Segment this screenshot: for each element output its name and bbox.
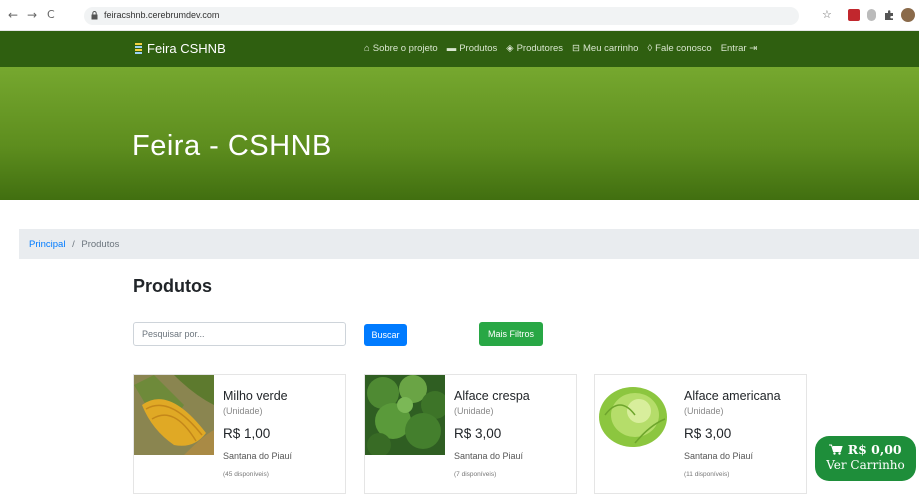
- lock-icon: [91, 11, 98, 20]
- product-card-alface-crespa[interactable]: Alface crespa (Unidade) R$ 3,00 Santana …: [364, 374, 577, 494]
- url-text: feiracshnb.cerebrumdev.com: [104, 10, 220, 20]
- search-input[interactable]: [133, 322, 346, 346]
- star-icon[interactable]: ☆: [822, 8, 832, 22]
- product-availability: (45 disponíveis): [223, 471, 269, 478]
- product-name[interactable]: Alface americana: [684, 389, 781, 403]
- product-image-lettuce: [365, 375, 445, 455]
- logo-icon: [134, 42, 143, 55]
- product-availability: (11 disponíveis): [684, 471, 730, 478]
- product-name[interactable]: Alface crespa: [454, 389, 530, 403]
- nav-item-entrar[interactable]: Entrar ⇥: [721, 43, 757, 54]
- search-button[interactable]: Buscar: [364, 324, 407, 346]
- breadcrumb-home-link[interactable]: Principal: [29, 239, 65, 250]
- product-city: Santana do Piauí: [223, 451, 293, 461]
- cart-label: Ver Carrinho: [826, 458, 905, 472]
- nav-item-sobre[interactable]: ⌂ Sobre o projeto: [364, 43, 438, 54]
- more-filters-button[interactable]: Mais Filtros: [479, 322, 543, 346]
- brand-text: Feira CSHNB: [147, 41, 226, 56]
- product-price: R$ 3,00: [454, 426, 502, 441]
- cart-icon: [829, 444, 844, 455]
- breadcrumb-current: Produtos: [81, 239, 120, 250]
- hero-banner: Feira - CSHNB: [0, 67, 919, 200]
- store-icon: ▬: [446, 43, 457, 54]
- back-arrow-icon[interactable]: ←: [8, 8, 18, 22]
- shield-extension-icon[interactable]: [867, 9, 876, 21]
- puzzle-extension-icon[interactable]: [883, 9, 895, 21]
- cart-total-line: R$ 0,00: [815, 442, 916, 457]
- product-name[interactable]: Milho verde: [223, 389, 288, 403]
- nav-menu: ⌂ Sobre o projeto ▬ Produtos ◈ Produtores ⊟…: [364, 43, 757, 54]
- sign-in-icon: ⇥: [749, 43, 758, 54]
- product-city: Santana do Piauí: [684, 451, 754, 461]
- breadcrumb: Principal / Produtos: [19, 229, 919, 259]
- handshake-icon: ◈: [506, 43, 514, 54]
- hero-title: Feira - CSHNB: [132, 130, 332, 162]
- reload-icon[interactable]: C: [47, 8, 55, 22]
- floating-cart-button[interactable]: R$ 0,00 Ver Carrinho: [815, 436, 916, 481]
- product-image-iceberg-lettuce: [595, 375, 675, 455]
- comments-icon: ◊: [647, 43, 653, 54]
- breadcrumb-separator: /: [72, 239, 75, 250]
- product-price: R$ 3,00: [684, 426, 732, 441]
- browser-toolbar: ← → C feiracshnb.cerebrumdev.com ☆: [0, 0, 919, 31]
- product-card-milho[interactable]: Milho verde (Unidade) R$ 1,00 Santana do…: [133, 374, 346, 494]
- brand-link[interactable]: Feira CSHNB: [134, 41, 226, 56]
- home-icon: ⌂: [364, 43, 370, 54]
- product-card-alface-americana[interactable]: Alface americana (Unidade) R$ 3,00 Santa…: [594, 374, 807, 494]
- cart-icon: ⊟: [572, 43, 581, 54]
- product-unit: (Unidade): [223, 406, 263, 416]
- pdf-extension-icon[interactable]: [848, 9, 860, 21]
- page-title: Produtos: [133, 276, 212, 296]
- product-price: R$ 1,00: [223, 426, 271, 441]
- cart-total: R$ 0,00: [847, 442, 902, 457]
- nav-item-contato[interactable]: ◊ Fale conosco: [647, 43, 711, 54]
- product-image-corn: [134, 375, 214, 455]
- address-bar[interactable]: feiracshnb.cerebrumdev.com: [84, 7, 799, 25]
- nav-item-produtos[interactable]: ▬ Produtos: [447, 43, 498, 54]
- product-unit: (Unidade): [454, 406, 494, 416]
- nav-item-produtores[interactable]: ◈ Produtores: [506, 43, 563, 54]
- site-navbar: Feira CSHNB ⌂ Sobre o projeto ▬ Produtos ◈…: [0, 31, 919, 67]
- product-availability: (7 disponíveis): [454, 471, 497, 478]
- product-unit: (Unidade): [684, 406, 724, 416]
- nav-item-carrinho[interactable]: ⊟ Meu carrinho: [572, 43, 638, 54]
- product-city: Santana do Piauí: [454, 451, 524, 461]
- forward-arrow-icon[interactable]: →: [27, 8, 37, 22]
- profile-avatar[interactable]: [901, 8, 915, 22]
